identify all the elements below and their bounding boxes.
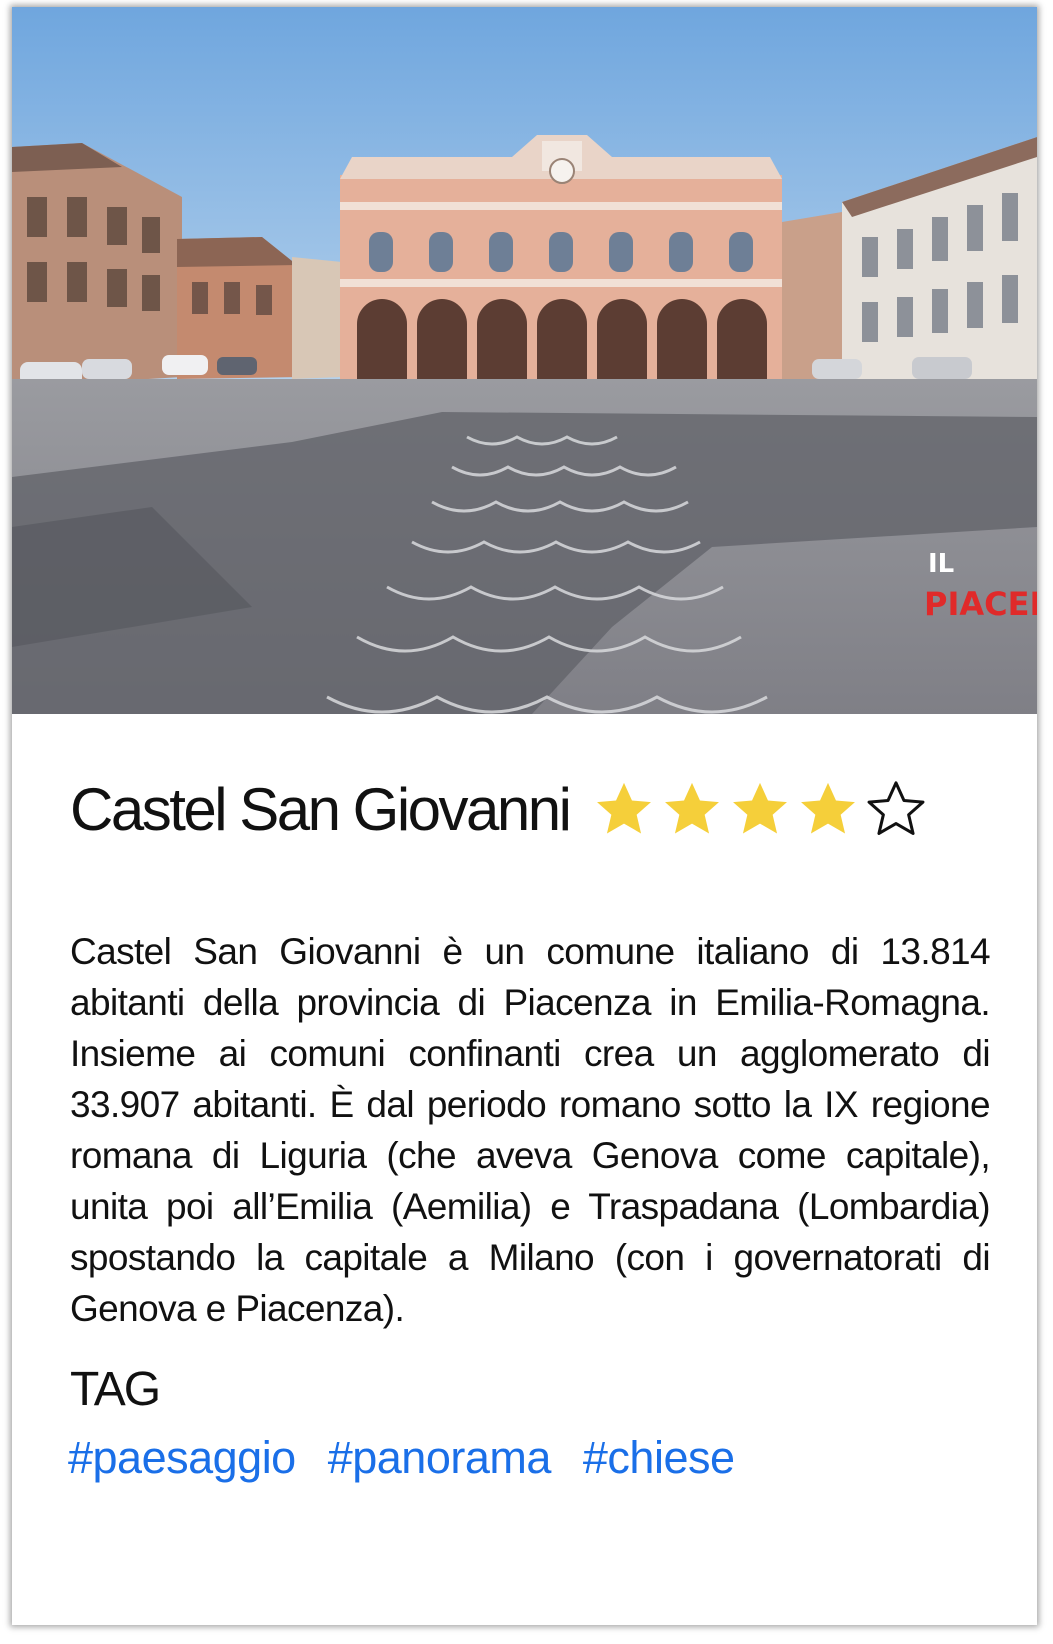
place-photo: IL PIACEN	[12, 7, 1037, 714]
rating-stars[interactable]	[591, 776, 929, 842]
star-outline-icon[interactable]	[863, 776, 929, 842]
title-row: Castel San Giovanni	[70, 774, 990, 844]
photo-watermark-line1: IL	[928, 549, 954, 579]
star-filled-icon[interactable]	[591, 776, 657, 842]
place-description: Castel San Giovanni è un comune italiano…	[70, 931, 991, 1329]
tag-link[interactable]: #chiese	[583, 1426, 735, 1490]
star-filled-icon[interactable]	[659, 776, 725, 842]
star-filled-icon[interactable]	[727, 776, 793, 842]
star-filled-icon[interactable]	[795, 776, 861, 842]
photo-watermark-line2: PIACEN	[924, 585, 1037, 623]
tag-link[interactable]: #panorama	[328, 1426, 552, 1490]
place-title: Castel San Giovanni	[70, 775, 572, 843]
tag-list: #paesaggio #panorama #chiese	[68, 1426, 828, 1490]
tags-heading: TAG	[70, 1363, 161, 1416]
place-card: IL PIACEN Castel San Giovanni Castel San…	[12, 7, 1037, 1625]
tag-link[interactable]: #paesaggio	[68, 1426, 296, 1490]
